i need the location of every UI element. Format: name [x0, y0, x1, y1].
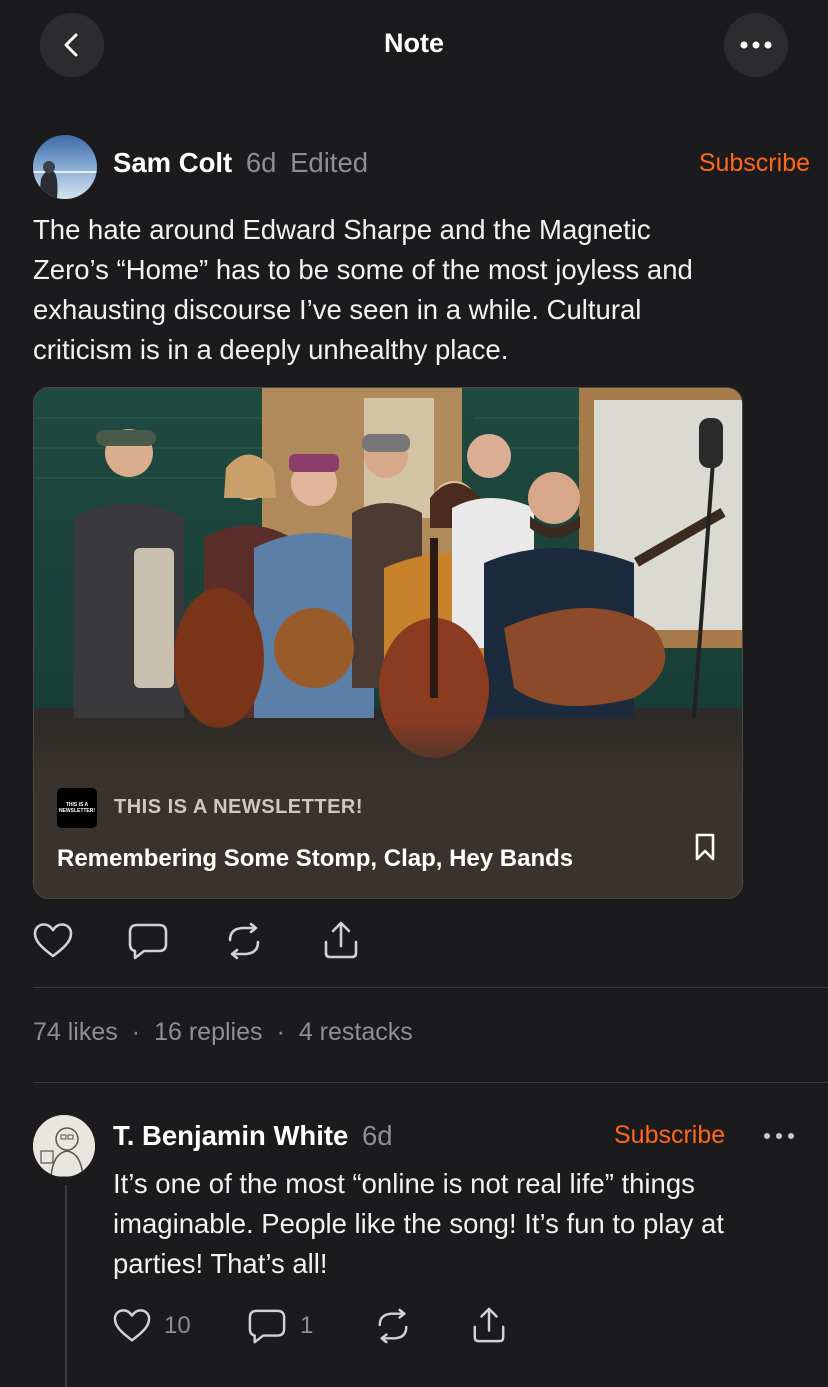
- subscribe-button[interactable]: Subscribe: [699, 149, 810, 178]
- post-age: 6d: [245, 147, 277, 178]
- restack-icon[interactable]: [224, 922, 264, 960]
- post-body-line: exhausting discourse I’ve seen in a whil…: [33, 294, 642, 325]
- reply-body-line: parties! That’s all!: [113, 1248, 328, 1279]
- thread-line: [65, 1185, 67, 1387]
- publication-logo: THIS IS A NEWSLETTER!: [57, 788, 97, 828]
- restacks-count[interactable]: 4 restacks: [299, 1018, 413, 1046]
- reply-comment-count: 1: [300, 1312, 314, 1339]
- reply-body-line: imaginable. People like the song! It’s f…: [113, 1208, 724, 1239]
- more-options-button[interactable]: [724, 13, 788, 77]
- post-stats: 74 likes · 16 replies · 4 restacks: [33, 1018, 413, 1046]
- reply-heart-icon[interactable]: [113, 1308, 151, 1344]
- post-body-line: criticism is in a deeply unhealthy place…: [33, 334, 509, 365]
- heart-icon[interactable]: [33, 922, 73, 960]
- likes-count[interactable]: 74 likes: [33, 1018, 118, 1046]
- reply-like-count: 10: [164, 1312, 191, 1339]
- reply-body: It’s one of the most “online is not real…: [113, 1164, 724, 1284]
- reply-author-avatar[interactable]: [33, 1115, 95, 1177]
- replies-count[interactable]: 16 replies: [154, 1018, 262, 1046]
- reply-body-line: It’s one of the most “online is not real…: [113, 1168, 695, 1199]
- bookmark-icon[interactable]: [692, 831, 718, 863]
- reply-restack-icon[interactable]: [374, 1308, 412, 1344]
- reply-subscribe-button[interactable]: Subscribe: [614, 1121, 725, 1150]
- share-icon[interactable]: [322, 920, 360, 960]
- post-body-line: Zero’s “Home” has to be some of the most…: [33, 254, 693, 285]
- page-title: Note: [384, 28, 444, 58]
- publication-name[interactable]: THIS IS A NEWSLETTER!: [114, 796, 363, 819]
- author-name[interactable]: Sam Colt: [113, 147, 232, 178]
- more-icon: [740, 41, 772, 49]
- post-body: The hate around Edward Sharpe and the Ma…: [33, 210, 693, 370]
- divider: [33, 987, 828, 988]
- reply-more-icon[interactable]: [763, 1131, 795, 1141]
- comment-icon[interactable]: [128, 922, 168, 962]
- reply-share-icon[interactable]: [471, 1306, 507, 1344]
- reply-author-name[interactable]: T. Benjamin White: [113, 1120, 348, 1151]
- embedded-post-card[interactable]: THIS IS A NEWSLETTER! THIS IS A NEWSLETT…: [33, 387, 743, 899]
- reply-age: 6d: [361, 1120, 393, 1151]
- edited-label: Edited: [290, 147, 369, 178]
- author-avatar[interactable]: [33, 135, 97, 199]
- divider: [33, 1082, 828, 1083]
- reply-comment-icon[interactable]: [248, 1308, 286, 1346]
- embedded-post-title[interactable]: Remembering Some Stomp, Clap, Hey Bands: [57, 845, 573, 873]
- post-body-line: The hate around Edward Sharpe and the Ma…: [33, 214, 651, 245]
